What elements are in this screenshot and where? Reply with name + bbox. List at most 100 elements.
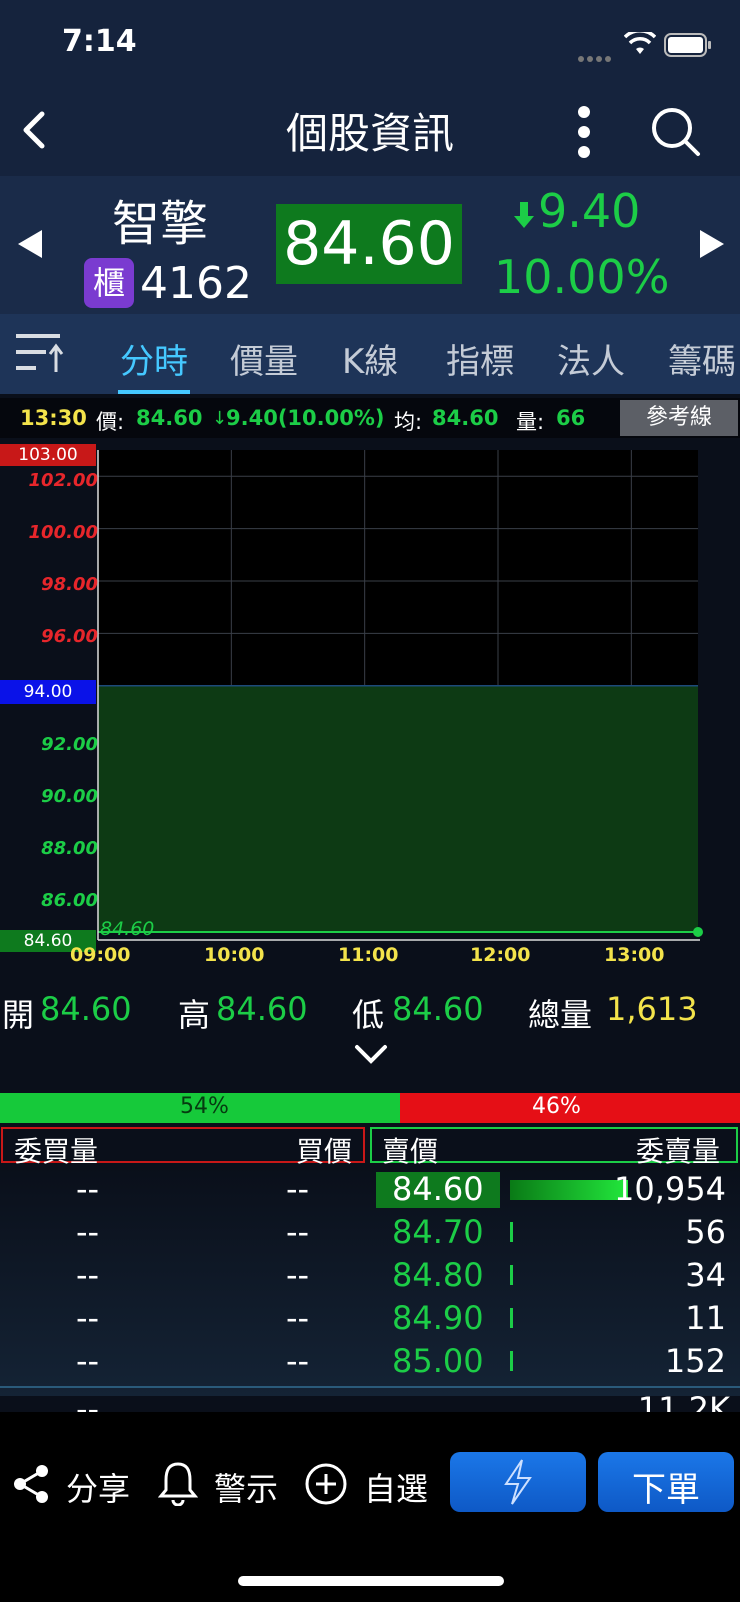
- total-volume-value: 1,613: [606, 990, 698, 1028]
- bid-volume-cell: --: [76, 1299, 100, 1337]
- share-icon[interactable]: [12, 1464, 50, 1508]
- info-price-label: 價:: [96, 410, 125, 434]
- bid-price-cell: --: [286, 1299, 310, 1337]
- stock-name: 智擎: [112, 196, 209, 252]
- ask-volume-cell: 10,954: [614, 1170, 726, 1208]
- x-tick-1200: 12:00: [470, 944, 531, 966]
- ask-price-cell[interactable]: 85.00: [392, 1342, 484, 1380]
- bell-icon[interactable]: [157, 1460, 199, 1510]
- low-value: 84.60: [392, 990, 484, 1028]
- watchlist-label[interactable]: 自選: [364, 1464, 428, 1510]
- bid-volume-cell: --: [76, 1256, 100, 1294]
- price-area-fill: [98, 685, 698, 932]
- low-label: 低: [352, 996, 385, 1034]
- ask-price-header: 賣價: [382, 1135, 439, 1168]
- x-tick-1000: 10:00: [204, 944, 265, 966]
- x-tick-0900: 09:00: [70, 944, 131, 966]
- tab-institutional[interactable]: 法人: [557, 334, 625, 383]
- ask-volume-cell: 11: [685, 1299, 726, 1337]
- info-change: 9.40(10.00%): [226, 406, 385, 430]
- bid-price-header: 買價: [296, 1135, 353, 1168]
- ask-volume-bar: [510, 1180, 628, 1200]
- ask-price-cell[interactable]: 84.80: [392, 1256, 484, 1294]
- bid-price-cell: --: [286, 1256, 310, 1294]
- ask-price-cell[interactable]: 84.90: [392, 1299, 484, 1337]
- tab-active-underline: [118, 390, 190, 394]
- high-label: 高: [178, 996, 211, 1034]
- x-tick-1300: 13:00: [604, 944, 665, 966]
- signal-icon: [578, 47, 614, 62]
- total-volume-label: 總量: [528, 996, 593, 1034]
- open-value: 84.60: [40, 990, 132, 1028]
- more-icon[interactable]: [572, 104, 596, 160]
- bid-price-cell: --: [286, 1213, 310, 1251]
- last-price: 84.60: [283, 209, 455, 279]
- tab-chips[interactable]: 籌碼: [668, 334, 736, 383]
- last-price-dot: [693, 927, 703, 937]
- quick-order-button[interactable]: [450, 1452, 586, 1512]
- last-price-chart-label: 84.60: [100, 918, 155, 940]
- tab-indicators[interactable]: 指標: [446, 334, 514, 383]
- y-tick-86: 86.00: [41, 890, 98, 911]
- ask-volume-bar: [510, 1222, 513, 1242]
- y-tick-96: 96.00: [41, 626, 98, 647]
- info-avg-label: 均:: [394, 410, 423, 434]
- info-avg: 84.60: [432, 406, 499, 430]
- search-icon[interactable]: [648, 104, 704, 160]
- ask-price-cell[interactable]: 84.60: [392, 1170, 484, 1208]
- ask-volume-cell: 152: [664, 1342, 726, 1380]
- down-arrow-icon: [514, 200, 534, 234]
- open-label: 開: [2, 996, 35, 1034]
- ask-volume-bar: [510, 1265, 513, 1285]
- bid-price-cell: --: [286, 1170, 310, 1208]
- alert-label[interactable]: 警示: [214, 1464, 278, 1510]
- sell-ratio-text: 46%: [532, 1094, 581, 1119]
- bid-price-cell: --: [286, 1342, 310, 1380]
- home-indicator: [238, 1576, 504, 1586]
- ask-volume-cell: 56: [685, 1213, 726, 1251]
- info-price: 84.60: [136, 406, 203, 430]
- next-stock-arrow[interactable]: [698, 228, 726, 264]
- wifi-icon: [623, 29, 657, 60]
- intraday-chart-svg: [97, 450, 703, 941]
- tab-kline[interactable]: K線: [342, 334, 398, 383]
- ask-volume-bar: [510, 1308, 513, 1328]
- market-badge: 櫃: [84, 258, 134, 308]
- tab-price-volume[interactable]: 價量: [230, 334, 298, 383]
- high-value: 84.60: [216, 990, 308, 1028]
- place-order-label[interactable]: 下單: [598, 1462, 734, 1511]
- info-down-arrow-icon: ↓: [212, 408, 228, 429]
- buy-ratio-text: 54%: [180, 1094, 229, 1119]
- x-tick-1100: 11:00: [338, 944, 399, 966]
- info-vol-label: 量:: [516, 410, 545, 434]
- battery-icon: [664, 32, 712, 62]
- status-time: 7:14: [62, 24, 137, 59]
- limit-up-label: 103.00: [0, 444, 96, 466]
- add-watch-icon[interactable]: [304, 1462, 348, 1510]
- bid-volume-cell: --: [76, 1170, 100, 1208]
- ask-price-cell[interactable]: 84.70: [392, 1213, 484, 1251]
- sort-menu-icon[interactable]: [16, 332, 66, 378]
- ask-volume-header: 委賣量: [636, 1135, 721, 1168]
- y-tick-92: 92.00: [41, 734, 98, 755]
- bid-volume-cell: --: [76, 1213, 100, 1251]
- y-tick-100: 100.00: [28, 522, 98, 543]
- stock-code: 4162: [140, 258, 252, 309]
- reference-line-button[interactable]: 參考線: [620, 400, 738, 436]
- prev-stock-arrow[interactable]: [16, 228, 44, 264]
- total-divider: [0, 1386, 740, 1388]
- bid-volume-header: 委買量: [14, 1135, 99, 1168]
- expand-chevron-icon[interactable]: [354, 1044, 388, 1070]
- tab-intraday[interactable]: 分時: [120, 334, 188, 383]
- ask-volume-bar: [510, 1351, 513, 1371]
- info-time: 13:30: [20, 406, 87, 430]
- price-change: 9.40: [538, 184, 641, 238]
- share-label[interactable]: 分享: [66, 1464, 130, 1510]
- y-tick-88: 88.00: [41, 838, 98, 859]
- y-tick-90: 90.00: [41, 786, 98, 807]
- bid-volume-cell: --: [76, 1342, 100, 1380]
- info-vol: 66: [556, 406, 586, 430]
- lightning-icon: [504, 1459, 532, 1505]
- price-change-pct: 10.00%: [494, 250, 670, 304]
- y-tick-102: 102.00: [28, 470, 98, 491]
